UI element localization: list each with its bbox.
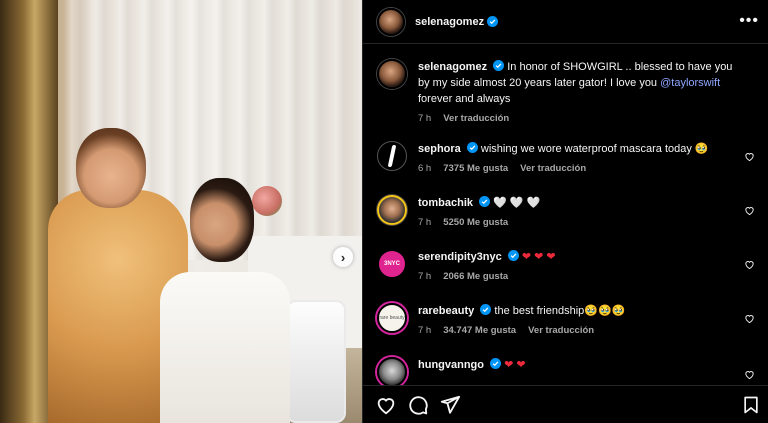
share-icon[interactable]	[439, 394, 461, 416]
heart-outline-icon[interactable]	[744, 259, 755, 270]
comment-translate-link[interactable]: Ver traducción	[520, 163, 586, 174]
bookmark-icon[interactable]	[741, 395, 761, 415]
photo-flowers	[252, 186, 282, 216]
comment-translate-link[interactable]: Ver traducción	[528, 325, 594, 336]
comment-username[interactable]: tombachik	[418, 197, 473, 209]
heart-outline-icon[interactable]	[744, 313, 755, 324]
verified-badge-icon	[507, 250, 519, 261]
comments-list[interactable]: selenagomez In honor of SHOWGIRL .. bles…	[363, 45, 768, 385]
caption-text-after: forever and always	[418, 93, 511, 105]
comment-item: rare beauty rarebeauty the best friendsh…	[377, 303, 759, 336]
comment-message: ❤ ❤	[504, 359, 526, 371]
author-username[interactable]: selenagomez	[415, 16, 484, 28]
comment-time[interactable]: 7 h	[418, 325, 431, 336]
comment-meta: 7 h 34.747 Me gusta Ver traducción	[418, 325, 738, 336]
comment-time[interactable]: 7 h	[418, 217, 431, 228]
heart-outline-icon[interactable]	[375, 394, 397, 416]
comment-likes[interactable]: 7375 Me gusta	[443, 163, 508, 174]
comment-avatar-serendipity3nyc[interactable]: 3NYC	[377, 249, 407, 279]
comment-text: hungvanngo ❤ ❤	[418, 357, 738, 373]
post-photo[interactable]: ›	[0, 0, 362, 423]
comment-username[interactable]: sephora	[418, 143, 461, 155]
instagram-post-view: › selenagomez ••• selenagomez In honor o…	[0, 0, 768, 423]
photo-person-left-head	[76, 128, 146, 208]
next-image-button[interactable]: ›	[333, 247, 353, 267]
caption-translate-link[interactable]: Ver traducción	[443, 113, 509, 124]
verified-badge-icon	[480, 304, 492, 315]
comment-avatar-sephora[interactable]	[377, 141, 407, 171]
comment-message: wishing we wore waterproof mascara today…	[480, 143, 709, 155]
caption-mention-link[interactable]: @taylorswift	[660, 77, 720, 89]
verified-badge-icon	[479, 196, 491, 207]
verified-badge-icon	[490, 358, 502, 369]
comment-likes[interactable]: 5250 Me gusta	[443, 217, 508, 228]
caption-avatar[interactable]	[377, 59, 407, 89]
comment-item: 3NYC serendipity3nyc ❤ ❤ ❤ 7 h 2066 Me g…	[377, 249, 759, 282]
caption-text: selenagomez In honor of SHOWGIRL .. bles…	[418, 59, 738, 107]
comment-time[interactable]: 7 h	[418, 271, 431, 282]
comment-avatar-hungvanngo[interactable]	[377, 357, 407, 385]
comment-item: sephora wishing we wore waterproof masca…	[377, 141, 759, 174]
comment-text: sephora wishing we wore waterproof masca…	[418, 141, 738, 157]
heart-outline-icon[interactable]	[744, 205, 755, 216]
verified-badge-icon	[493, 60, 505, 71]
comment-meta: 7 h 5250 Me gusta	[418, 217, 738, 228]
comment-body: rarebeauty the best friendship🥹🥹🥹 7 h 34…	[418, 303, 738, 336]
comment-likes[interactable]: 34.747 Me gusta	[443, 325, 516, 336]
chevron-right-icon: ›	[340, 249, 346, 265]
verified-badge-icon	[466, 142, 478, 153]
comment-body: serendipity3nyc ❤ ❤ ❤ 7 h 2066 Me gusta	[418, 249, 738, 282]
comment-icon[interactable]	[407, 394, 429, 416]
comment-likes[interactable]: 2066 Me gusta	[443, 271, 508, 282]
author-avatar[interactable]	[377, 7, 405, 36]
caption-body: selenagomez In honor of SHOWGIRL .. bles…	[418, 59, 738, 124]
post-header: selenagomez •••	[363, 0, 768, 44]
more-options-button[interactable]: •••	[739, 12, 759, 30]
heart-outline-icon[interactable]	[744, 151, 755, 162]
comment-text: serendipity3nyc ❤ ❤ ❤	[418, 249, 738, 265]
caption-meta: 7 h Ver traducción	[418, 113, 738, 124]
post-actions-bar	[363, 385, 768, 423]
comment-message: 🤍 🤍 🤍	[493, 197, 541, 209]
comment-avatar-rarebeauty[interactable]: rare beauty	[377, 303, 407, 333]
photo-person-right-head	[190, 178, 254, 262]
comment-username[interactable]: hungvanngo	[418, 359, 484, 371]
photo-chair	[286, 300, 346, 423]
comment-avatar-tombachik[interactable]	[377, 195, 407, 225]
photo-person-right	[160, 272, 290, 423]
comment-item: hungvanngo ❤ ❤	[377, 357, 759, 385]
caption-username[interactable]: selenagomez	[418, 61, 487, 73]
comment-body: sephora wishing we wore waterproof masca…	[418, 141, 738, 174]
comment-meta: 7 h 2066 Me gusta	[418, 271, 738, 282]
caption-time[interactable]: 7 h	[418, 113, 431, 124]
heart-outline-icon[interactable]	[744, 369, 755, 380]
post-side-panel: selenagomez ••• selenagomez In honor of …	[362, 0, 768, 423]
comment-item: tombachik 🤍 🤍 🤍 7 h 5250 Me gusta	[377, 195, 759, 228]
comment-time[interactable]: 6 h	[418, 163, 431, 174]
comment-username[interactable]: rarebeauty	[418, 305, 474, 317]
comment-username[interactable]: serendipity3nyc	[418, 251, 502, 263]
comment-message: ❤ ❤ ❤	[521, 251, 556, 263]
comment-text: tombachik 🤍 🤍 🤍	[418, 195, 738, 211]
comment-text: rarebeauty the best friendship🥹🥹🥹	[418, 303, 738, 319]
comment-body: hungvanngo ❤ ❤	[418, 357, 738, 385]
comment-message: the best friendship🥹🥹🥹	[494, 305, 626, 317]
comment-body: tombachik 🤍 🤍 🤍 7 h 5250 Me gusta	[418, 195, 738, 228]
caption: selenagomez In honor of SHOWGIRL .. bles…	[377, 59, 759, 124]
comment-meta: 6 h 7375 Me gusta Ver traducción	[418, 163, 738, 174]
verified-badge-icon	[487, 16, 499, 27]
